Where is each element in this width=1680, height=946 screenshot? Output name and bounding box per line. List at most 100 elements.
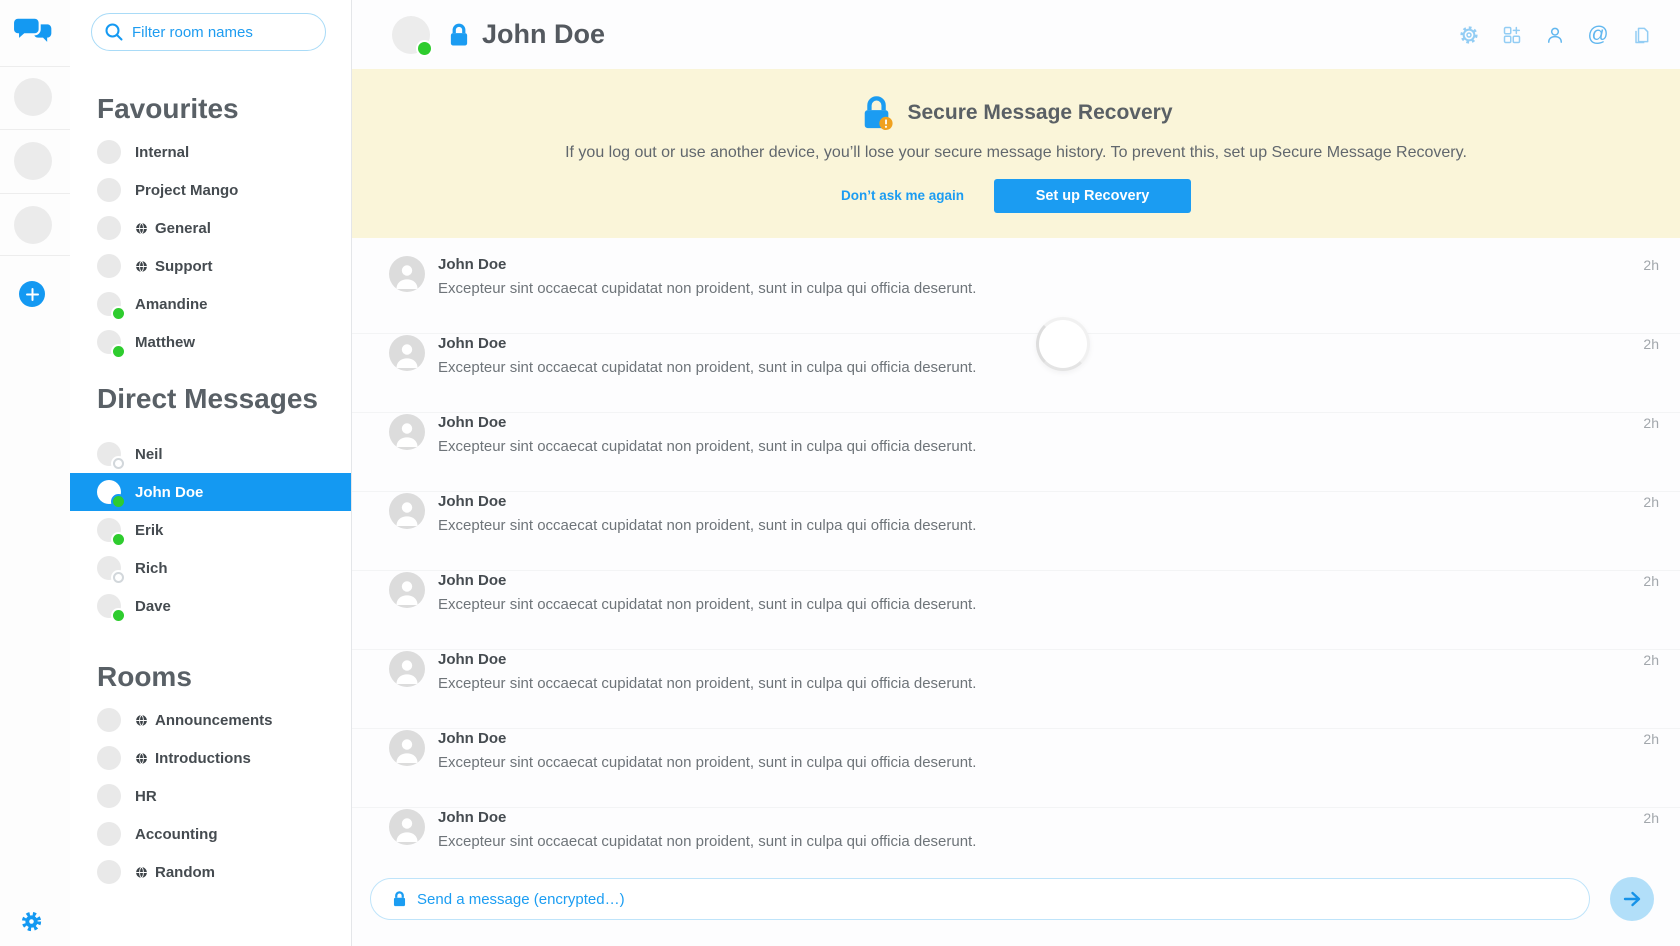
sidebar-item-support[interactable]: Support (70, 247, 351, 285)
message-timestamp: 2h (1643, 729, 1659, 807)
chat-header: John Doe (352, 0, 1680, 69)
room-avatar (97, 254, 121, 278)
dont-ask-again-link[interactable]: Don’t ask me again (841, 188, 964, 203)
sidebar-item-introductions[interactable]: Introductions (70, 739, 351, 777)
message-timestamp: 2h (1643, 571, 1659, 649)
room-name: Rich (135, 560, 168, 577)
room-avatar (97, 518, 121, 542)
message-input[interactable] (370, 878, 1590, 920)
message-text: Excepteur sint occaecat cupidatat non pr… (438, 358, 1643, 377)
add-widget-icon[interactable] (1497, 20, 1527, 50)
sidebar-item-internal[interactable]: Internal (70, 133, 351, 171)
sidebar-item-rich[interactable]: Rich (70, 549, 351, 587)
message-timestamp: 2h (1643, 650, 1659, 728)
room-avatar (97, 784, 121, 808)
message-timestamp: 2h (1643, 808, 1659, 870)
rail-divider (0, 193, 70, 194)
message-text: Excepteur sint occaecat cupidatat non pr… (438, 279, 1643, 298)
sidebar-item-announcements[interactable]: Announcements (70, 701, 351, 739)
public-room-globe-icon (135, 222, 148, 235)
sidebar-item-amandine[interactable]: Amandine (70, 285, 351, 323)
rail-space-avatar-2[interactable] (14, 142, 52, 180)
sidebar-item-erik[interactable]: Erik (70, 511, 351, 549)
room-avatar (97, 822, 121, 846)
message-text: Excepteur sint occaecat cupidatat non pr… (438, 595, 1643, 614)
loading-spinner-icon (1036, 317, 1090, 371)
sidebar-item-john-doe[interactable]: John Doe (70, 473, 351, 511)
sidebar-item-accounting[interactable]: Accounting (70, 815, 351, 853)
set-up-recovery-button[interactable]: Set up Recovery (994, 179, 1191, 213)
message-timestamp: 2h (1643, 255, 1659, 333)
room-name: Amandine (135, 296, 208, 313)
room-avatar (97, 178, 121, 202)
filter-room-names-input[interactable] (91, 13, 326, 51)
room-name: Project Mango (135, 182, 238, 199)
sender-avatar-icon (389, 335, 425, 371)
room-avatar (97, 292, 121, 316)
room-avatar (97, 708, 121, 732)
banner-actions: Don’t ask me again Set up Recovery (841, 179, 1191, 213)
composer (352, 870, 1680, 946)
room-avatar (97, 442, 121, 466)
main-panel: John Doe (352, 0, 1680, 946)
members-icon[interactable] (1540, 20, 1570, 50)
banner-title: Secure Message Recovery (908, 101, 1173, 125)
sidebar-section: Rooms Announcements Introductions (70, 656, 351, 891)
search-icon (104, 22, 124, 42)
message-row: John Doe Excepteur sint occaecat cupidat… (352, 650, 1680, 729)
rail-space-avatar-1[interactable] (14, 78, 52, 116)
room-avatar (97, 594, 121, 618)
room-name: General (155, 220, 211, 237)
message-row: John Doe Excepteur sint occaecat cupidat… (352, 571, 1680, 650)
room-settings-icon[interactable] (1454, 20, 1484, 50)
room-avatar (97, 556, 121, 580)
add-space-button[interactable] (19, 281, 45, 307)
composer-lock-icon (392, 890, 407, 908)
public-room-globe-icon (135, 714, 148, 727)
room-name: Accounting (135, 826, 218, 843)
message-text: Excepteur sint occaecat cupidatat non pr… (438, 516, 1643, 535)
message-row: John Doe Excepteur sint occaecat cupidat… (352, 334, 1680, 413)
sidebar-item-matthew[interactable]: Matthew (70, 323, 351, 361)
sender-avatar-icon (389, 730, 425, 766)
message-text: Excepteur sint occaecat cupidatat non pr… (438, 674, 1643, 693)
message-sender: John Doe (438, 730, 1643, 748)
message-row: John Doe Excepteur sint occaecat cupidat… (352, 492, 1680, 571)
presence-indicator (113, 534, 124, 545)
message-timeline: John Doe Excepteur sint occaecat cupidat… (352, 238, 1680, 870)
message-sender: John Doe (438, 414, 1643, 432)
room-avatar (97, 140, 121, 164)
banner-description: If you log out or use another device, yo… (565, 144, 1467, 162)
space-rail (0, 0, 70, 946)
send-button[interactable] (1610, 877, 1654, 921)
room-name: HR (135, 788, 157, 805)
user-settings-button[interactable] (21, 911, 42, 932)
mentions-icon[interactable]: @ (1583, 20, 1613, 50)
sender-avatar-icon (389, 256, 425, 292)
presence-indicator (113, 346, 124, 357)
message-timestamp: 2h (1643, 492, 1659, 570)
sender-avatar-icon (389, 572, 425, 608)
message-row: John Doe Excepteur sint occaecat cupidat… (352, 729, 1680, 808)
rail-divider (0, 255, 70, 256)
sidebar-item-neil[interactable]: Neil (70, 435, 351, 473)
sidebar-item-dave[interactable]: Dave (70, 587, 351, 625)
files-icon[interactable] (1626, 20, 1656, 50)
sidebar-item-random[interactable]: Random (70, 853, 351, 891)
header-actions: @ (1454, 20, 1656, 50)
message-row: John Doe Excepteur sint occaecat cupidat… (352, 413, 1680, 492)
sidebar-item-project-mango[interactable]: Project Mango (70, 171, 351, 209)
rail-divider (0, 66, 70, 67)
sidebar-item-general[interactable]: General (70, 209, 351, 247)
secure-recovery-banner: Secure Message Recovery If you log out o… (352, 69, 1680, 238)
message-sender: John Doe (438, 572, 1643, 590)
sidebar-item-hr[interactable]: HR (70, 777, 351, 815)
room-name: Neil (135, 446, 163, 463)
presence-indicator (113, 610, 124, 621)
message-sender: John Doe (438, 809, 1643, 827)
message-row: John Doe Excepteur sint occaecat cupidat… (352, 255, 1680, 334)
presence-indicator (113, 458, 124, 469)
presence-indicator (113, 496, 124, 507)
rail-space-avatar-3[interactable] (14, 206, 52, 244)
room-filter (91, 13, 326, 51)
